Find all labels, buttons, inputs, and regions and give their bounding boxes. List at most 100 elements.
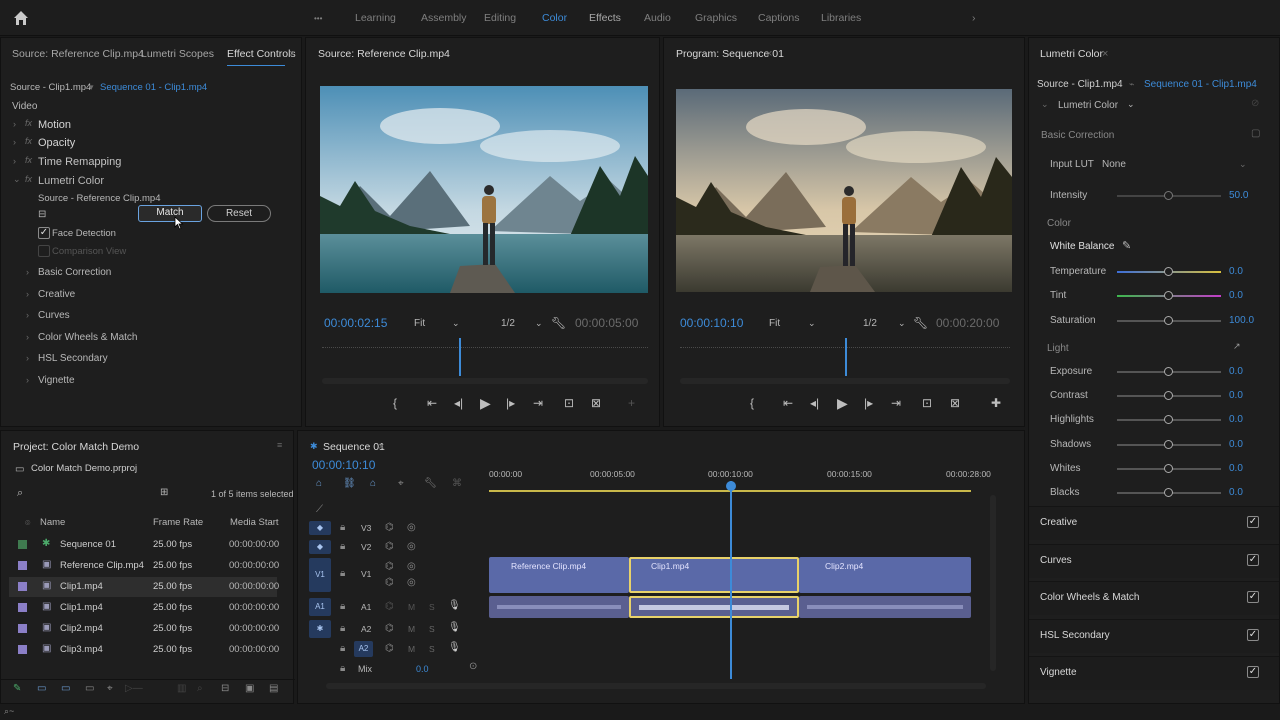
mute-button[interactable]: M: [408, 602, 415, 612]
source-res-select[interactable]: 1/2: [501, 318, 515, 329]
sequence-label[interactable]: Sequence 01 - Clip1.mp4: [100, 82, 207, 93]
expand-icon[interactable]: ›: [26, 267, 29, 277]
close-icon[interactable]: ×: [289, 48, 295, 60]
list-item[interactable]: ✱ Sequence 01 25.00 fps 00:00:00:00: [9, 535, 279, 555]
freeform-view-icon[interactable]: ▭: [61, 683, 70, 694]
light-slider-knob[interactable]: [1164, 439, 1173, 449]
temperature-knob[interactable]: [1164, 267, 1173, 276]
tab-lumetri-scopes[interactable]: Lumetri Scopes: [141, 48, 214, 60]
insert-icon[interactable]: ⊡: [564, 396, 574, 410]
program-fit-select[interactable]: Fit: [769, 318, 780, 329]
trash-icon[interactable]: ▤: [269, 683, 278, 694]
source-zoom-bar[interactable]: [322, 378, 648, 384]
track-target-v3[interactable]: ◆: [309, 521, 331, 535]
workspace-color[interactable]: Color: [542, 12, 567, 24]
list-item[interactable]: ▣ Clip2.mp4 25.00 fps 00:00:00:00: [9, 619, 279, 639]
sync-lock-icon[interactable]: ⌬: [385, 643, 394, 654]
mark-in-icon[interactable]: {: [750, 396, 754, 410]
program-playhead[interactable]: [845, 338, 847, 376]
playhead-handle[interactable]: [726, 481, 736, 491]
comparison-view-checkbox[interactable]: [38, 245, 50, 257]
subsection-curves[interactable]: Curves: [38, 310, 70, 321]
subsection-color-wheels[interactable]: Color Wheels & Match: [38, 332, 137, 343]
light-slider-value[interactable]: 0.0: [1229, 439, 1243, 450]
eye-icon[interactable]: ◎: [407, 577, 416, 588]
reset-button[interactable]: Reset: [207, 205, 271, 222]
lock-icon[interactable]: 🔒︎: [340, 623, 345, 634]
timeline-horizontal-scroll[interactable]: [326, 683, 986, 689]
track-target-v2[interactable]: ◆: [309, 540, 331, 554]
step-back-icon[interactable]: ◂|: [810, 396, 819, 410]
effect-time-remapping[interactable]: Time Remapping: [38, 156, 121, 168]
workspace-effects[interactable]: Effects: [589, 12, 621, 24]
close-icon[interactable]: ×: [121, 441, 127, 453]
play-icon[interactable]: ▶: [480, 395, 491, 412]
workspace-more-icon[interactable]: ›: [972, 12, 976, 24]
list-item[interactable]: ▣ Clip1.mp4 25.00 fps 00:00:00:00: [9, 598, 279, 618]
list-item[interactable]: ▣ Clip1.mp4 25.00 fps 00:00:00:00: [9, 577, 279, 597]
folder-icon[interactable]: ▭: [85, 683, 94, 694]
fx-toggle-icon[interactable]: ⊘: [1251, 98, 1259, 109]
list-item[interactable]: ▣ Clip3.mp4 25.00 fps 00:00:00:00: [9, 640, 279, 660]
add-button-icon[interactable]: ✚: [991, 396, 1001, 410]
linked-selection-icon[interactable]: ⛓: [343, 478, 356, 489]
track-target-a2[interactable]: ✱: [309, 620, 331, 638]
column-media-start[interactable]: Media Start: [230, 517, 279, 528]
lock-icon[interactable]: 🔒︎: [340, 568, 345, 579]
captions-icon[interactable]: ⌘: [452, 478, 462, 489]
list-view-icon[interactable]: ✎: [13, 683, 21, 694]
marker-icon[interactable]: ⌖: [398, 478, 404, 489]
section-toggle-icon[interactable]: ▢: [1251, 128, 1260, 139]
track-label-a3[interactable]: A2: [354, 641, 373, 657]
light-slider-value[interactable]: 0.0: [1229, 366, 1243, 377]
light-slider-knob[interactable]: [1164, 367, 1173, 376]
source-fit-select[interactable]: Fit: [414, 318, 425, 329]
lift-icon[interactable]: ⊡: [922, 396, 932, 410]
subsection-hsl-secondary[interactable]: HSL Secondary: [38, 353, 108, 364]
light-slider-knob[interactable]: [1164, 415, 1173, 425]
timeline-timecode[interactable]: 00:00:10:10: [312, 458, 375, 472]
automate-icon[interactable]: ▥: [177, 683, 186, 694]
workspace-audio[interactable]: Audio: [644, 12, 671, 24]
expand-icon[interactable]: ›: [13, 156, 16, 166]
input-lut-select[interactable]: None: [1102, 159, 1126, 170]
light-slider-knob[interactable]: [1164, 391, 1173, 401]
lock-icon[interactable]: 🔒︎: [340, 601, 345, 612]
sort-icon[interactable]: ⌾: [25, 518, 30, 529]
lumetri-title[interactable]: Lumetri Color: [1040, 48, 1103, 60]
lock-icon[interactable]: 🔒︎: [340, 522, 345, 533]
icon-view-icon[interactable]: ▭: [37, 683, 46, 694]
workspace-graphics[interactable]: Graphics: [695, 12, 737, 24]
subsection-basic-correction[interactable]: Basic Correction: [38, 267, 111, 278]
solo-button[interactable]: S: [429, 644, 435, 654]
play-icon[interactable]: ▶: [837, 395, 848, 412]
microphone-icon[interactable]: 🎙︎: [448, 600, 461, 611]
sequence-tab[interactable]: Sequence 01: [323, 441, 385, 453]
tint-value[interactable]: 0.0: [1229, 290, 1243, 301]
section-enable-checkbox[interactable]: ✓: [1247, 553, 1259, 566]
panel-menu-icon[interactable]: ≡: [277, 440, 282, 450]
light-slider-knob[interactable]: [1164, 488, 1173, 497]
auto-icon[interactable]: ↗: [1233, 341, 1241, 352]
eye-icon[interactable]: ◎: [407, 561, 416, 572]
sync-lock-icon[interactable]: ⌬: [385, 623, 394, 634]
saturation-knob[interactable]: [1164, 316, 1173, 325]
new-item-icon[interactable]: ▣: [245, 683, 254, 694]
intensity-knob[interactable]: [1164, 191, 1173, 200]
wrench-icon[interactable]: 🔧︎: [913, 316, 928, 330]
workspace-editing[interactable]: Editing: [484, 12, 516, 24]
mix-value[interactable]: 0.0: [416, 664, 429, 674]
light-slider-knob[interactable]: [1164, 463, 1173, 473]
lock-icon[interactable]: 🔒︎: [340, 541, 345, 552]
program-video-frame[interactable]: [676, 89, 1012, 292]
step-forward-icon[interactable]: |▸: [864, 396, 873, 410]
sync-lock-icon[interactable]: ⌬: [385, 577, 394, 588]
section-basic-correction[interactable]: Basic Correction: [1041, 130, 1114, 141]
step-forward-icon[interactable]: |▸: [506, 396, 515, 410]
sync-lock-icon[interactable]: ⌬: [385, 561, 394, 572]
close-icon[interactable]: ×: [766, 48, 772, 60]
effect-lumetri-color[interactable]: Lumetri Color: [38, 175, 104, 187]
go-to-in-icon[interactable]: ⇤: [427, 396, 437, 410]
face-detection-checkbox[interactable]: ✓: [38, 227, 50, 239]
mute-button[interactable]: M: [408, 624, 415, 634]
